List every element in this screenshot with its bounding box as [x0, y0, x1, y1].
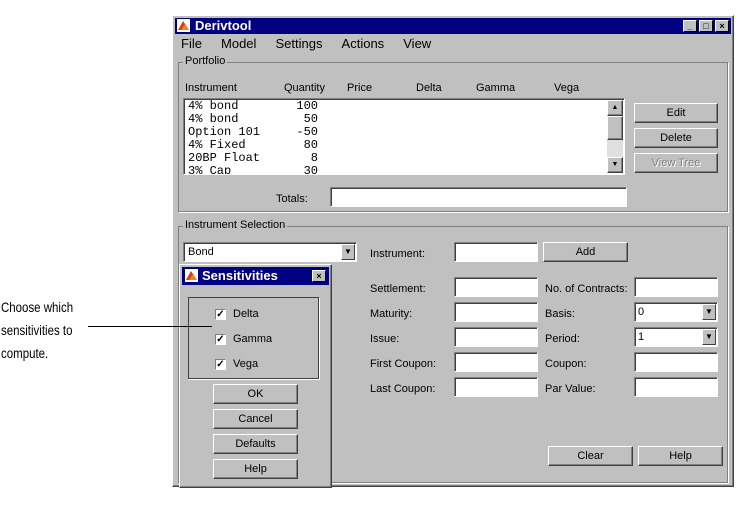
coupon-field[interactable] [634, 352, 718, 372]
period-select[interactable]: 1 ▼ [634, 327, 718, 347]
close-icon[interactable]: × [715, 20, 729, 32]
settlement-label: Settlement: [370, 283, 426, 295]
sensitivity-options-frame: ✓ Delta ✓ Gamma ✓ Vega [188, 297, 319, 379]
scroll-thumb[interactable] [607, 116, 623, 140]
par-value-field[interactable] [634, 377, 718, 397]
first-coupon-label: First Coupon: [370, 358, 437, 370]
contracts-label: No. of Contracts: [545, 283, 628, 295]
clear-button[interactable]: Clear [548, 446, 633, 466]
column-vega: Vega [554, 82, 580, 94]
gamma-label: Gamma [233, 333, 273, 345]
delta-label: Delta [233, 308, 259, 320]
view-tree-button[interactable]: View Tree [634, 153, 718, 173]
row-instrument: 3% Cap [188, 164, 232, 175]
edit-button[interactable]: Edit [634, 103, 718, 123]
instrument-selection-title: Instrument Selection [183, 219, 288, 231]
instrument-type-select[interactable]: Bond ▼ [183, 242, 357, 262]
ok-button[interactable]: OK [213, 384, 298, 404]
sensitivities-dialog: Sensitivities × ✓ Delta ✓ Gamma ✓ Vega O… [179, 264, 332, 488]
chevron-down-icon[interactable]: ▼ [341, 244, 355, 260]
callout-line [88, 326, 212, 327]
issue-field[interactable] [454, 327, 538, 347]
basis-value: 0 [638, 306, 645, 318]
add-button[interactable]: Add [543, 242, 628, 262]
scroll-up-arrow-icon[interactable]: ▲ [607, 100, 623, 116]
menu-file[interactable]: File [181, 36, 202, 51]
column-instrument: Instrument [185, 82, 237, 94]
instrument-field[interactable] [454, 242, 538, 262]
gamma-checkbox[interactable]: ✓ [215, 334, 226, 345]
annotation-text: Choose which sensitivities to compute. [1, 299, 74, 361]
close-icon[interactable]: × [312, 270, 326, 282]
totals-field[interactable] [330, 187, 627, 207]
cancel-button[interactable]: Cancel [213, 409, 298, 429]
title-bar[interactable]: Derivtool _ □ × [175, 18, 731, 34]
instrument-type-value: Bond [188, 246, 214, 258]
delete-button[interactable]: Delete [634, 128, 718, 148]
column-quantity: Quantity [284, 82, 325, 94]
scroll-down-arrow-icon[interactable]: ▼ [607, 157, 623, 173]
column-gamma: Gamma [476, 82, 516, 94]
coupon-label: Coupon: [545, 358, 587, 370]
first-coupon-field[interactable] [454, 352, 538, 372]
column-price: Price [347, 82, 373, 94]
sensitivities-title-bar[interactable]: Sensitivities × [182, 267, 329, 285]
menu-model[interactable]: Model [221, 36, 256, 51]
last-coupon-field[interactable] [454, 377, 538, 397]
matlab-logo-icon [177, 19, 190, 32]
period-value: 1 [638, 331, 645, 343]
maturity-label: Maturity: [370, 308, 413, 320]
menu-view[interactable]: View [403, 36, 431, 51]
maximize-icon[interactable]: □ [699, 20, 713, 32]
issue-label: Issue: [370, 333, 400, 345]
defaults-button[interactable]: Defaults [213, 434, 298, 454]
portfolio-list[interactable]: 4% bond 100 4% bond 50 Option 101 -50 4% Fixed… [183, 98, 625, 175]
contracts-field[interactable] [634, 277, 718, 297]
minimize-icon[interactable]: _ [683, 20, 697, 32]
basis-label: Basis: [545, 308, 575, 320]
portfolio-group-title: Portfolio [183, 55, 228, 67]
chevron-down-icon[interactable]: ▼ [702, 304, 716, 320]
totals-label: Totals: [276, 193, 308, 205]
maturity-field[interactable] [454, 302, 538, 322]
matlab-logo-icon [185, 269, 198, 282]
period-label: Period: [545, 333, 580, 345]
help-button[interactable]: Help [638, 446, 723, 466]
settlement-field[interactable] [454, 277, 538, 297]
menu-actions[interactable]: Actions [342, 36, 385, 51]
list-scrollbar[interactable]: ▲ ▼ [607, 100, 623, 173]
portfolio-group: Portfolio Instrument Quantity Price Delt… [178, 55, 728, 212]
basis-select[interactable]: 0 ▼ [634, 302, 718, 322]
vega-label: Vega [233, 358, 259, 370]
window-title: Derivtool [195, 18, 252, 33]
row-quantity: 30 [303, 164, 318, 175]
vega-checkbox[interactable]: ✓ [215, 359, 226, 370]
delta-checkbox[interactable]: ✓ [215, 309, 226, 320]
last-coupon-label: Last Coupon: [370, 383, 436, 395]
chevron-down-icon[interactable]: ▼ [702, 329, 716, 345]
menu-settings[interactable]: Settings [276, 36, 323, 51]
menu-bar: File Model Settings Actions View [181, 36, 447, 52]
dialog-help-button[interactable]: Help [213, 459, 298, 479]
column-delta: Delta [416, 82, 442, 94]
instrument-label: Instrument: [370, 248, 426, 260]
sensitivities-title: Sensitivities [202, 268, 278, 283]
par-value-label: Par Value: [545, 383, 596, 395]
